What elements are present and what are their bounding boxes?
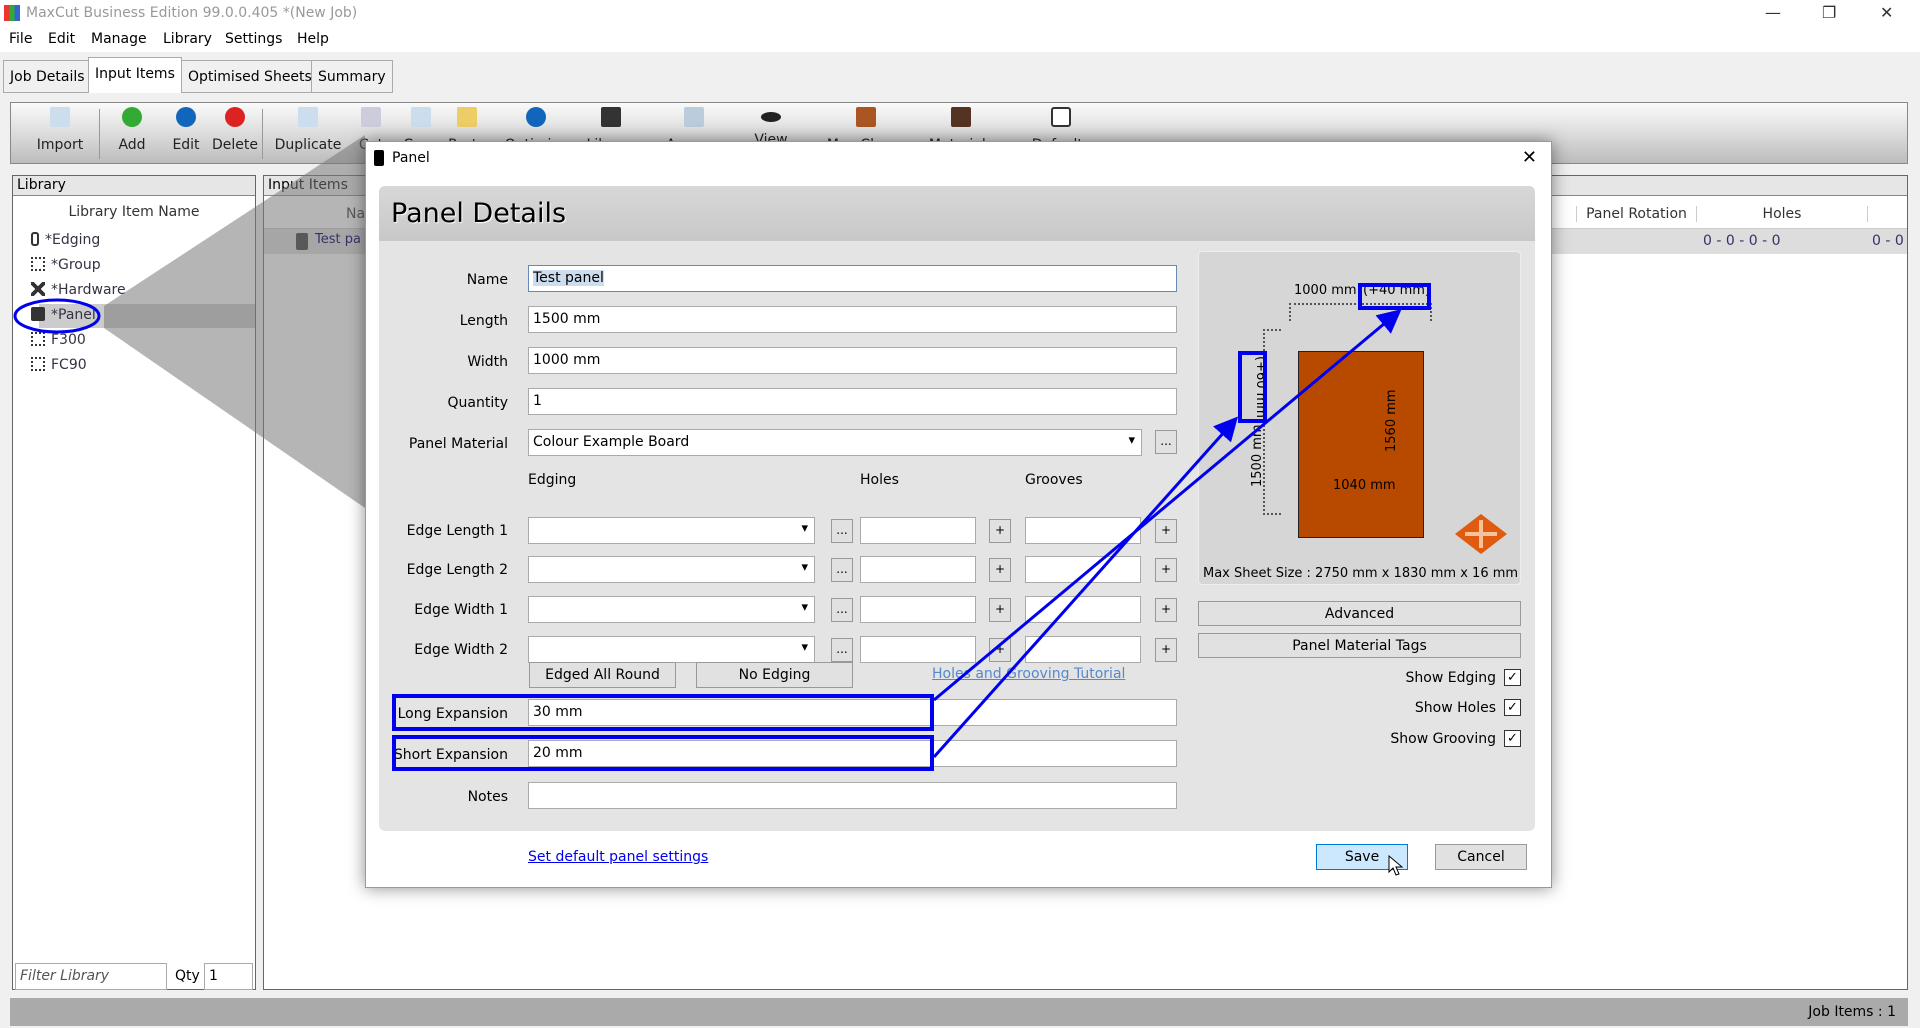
max-sheet-size: Max Sheet Size : 2750 mm x 1830 mm x 16 …: [1203, 566, 1519, 581]
edge-length-2-edging-select[interactable]: [528, 556, 815, 583]
panel-width-label: 1040 mm: [1333, 478, 1396, 493]
short-expansion-highlight: [392, 735, 934, 771]
panel-preview: 1000 mm (+40 mm) 1500 mm (+60 mm) 1560 m…: [1198, 251, 1521, 585]
panel-material-tags-button[interactable]: Panel Material Tags: [1198, 633, 1521, 658]
show-edging-label: Show Edging: [1405, 670, 1497, 686]
set-default-panel-settings-link[interactable]: Set default panel settings: [528, 849, 708, 865]
panel-material-label: Panel Material: [408, 436, 508, 452]
notes-label: Notes: [467, 789, 508, 805]
edge-width-2-label: Edge Width 2: [414, 642, 508, 658]
tutorial-link[interactable]: Holes and Grooving Tutorial: [932, 666, 1125, 682]
edge-length-2-grooves-input[interactable]: [1025, 556, 1141, 583]
panel-length-label: 1560 mm: [1384, 389, 1399, 452]
panel-shape: [1298, 351, 1424, 538]
edge-length-2-add-hole-button[interactable]: +: [989, 558, 1011, 582]
long-expansion-highlight: [392, 694, 934, 731]
width-addition-highlight: [1358, 283, 1431, 310]
length-addition-highlight: [1238, 351, 1267, 423]
length-label: Length: [459, 313, 508, 329]
grooves-column-label: Grooves: [1025, 472, 1083, 488]
edge-width-2-edging-select[interactable]: [528, 636, 815, 663]
dialog-close-button[interactable]: ✕: [1522, 147, 1537, 168]
row-name[interactable]: Test pa: [315, 232, 361, 247]
rotate-arrows-icon[interactable]: [1455, 514, 1507, 554]
edge-width-2-browse-button[interactable]: ...: [831, 638, 853, 662]
notes-input[interactable]: [528, 782, 1177, 809]
holes-column-label: Holes: [860, 472, 899, 488]
edge-width-2-add-hole-button[interactable]: +: [989, 638, 1011, 662]
edge-length-2-browse-button[interactable]: ...: [831, 558, 853, 582]
no-edging-button[interactable]: No Edging: [696, 662, 853, 688]
width-text: 1000 mm: [1294, 283, 1357, 298]
show-holes-label: Show Holes: [1414, 700, 1496, 716]
panel-material-select[interactable]: Colour Example Board: [528, 429, 1142, 456]
quantity-label: Quantity: [447, 395, 509, 411]
edge-length-1-label: Edge Length 1: [406, 523, 508, 539]
edge-length-2-add-groove-button[interactable]: +: [1155, 558, 1177, 582]
edge-width-1-browse-button[interactable]: ...: [831, 598, 853, 622]
edge-width-1-edging-select[interactable]: [528, 596, 815, 623]
edge-width-1-add-groove-button[interactable]: +: [1155, 598, 1177, 622]
edge-width-1-add-hole-button[interactable]: +: [989, 598, 1011, 622]
length-input[interactable]: 1500 mm: [528, 306, 1177, 333]
panel-highlight-circle: [13, 298, 101, 334]
show-holes-checkbox[interactable]: ✓: [1504, 699, 1521, 716]
edge-width-1-holes-input[interactable]: [860, 596, 976, 623]
panel-details-header: Panel Details: [379, 186, 1535, 241]
edge-length-1-grooves-input[interactable]: [1025, 517, 1141, 544]
edge-width-2-grooves-input[interactable]: [1025, 636, 1141, 663]
cancel-button[interactable]: Cancel: [1435, 844, 1527, 870]
name-input[interactable]: Test panel: [528, 265, 1177, 292]
edging-column-label: Edging: [528, 472, 577, 488]
show-grooving-label: Show Grooving: [1390, 731, 1496, 747]
edge-width-2-holes-input[interactable]: [860, 636, 976, 663]
edge-length-1-holes-input[interactable]: [860, 517, 976, 544]
edge-length-2-holes-input[interactable]: [860, 556, 976, 583]
mouse-cursor-icon: [1388, 855, 1404, 876]
width-input[interactable]: 1000 mm: [528, 347, 1177, 374]
edge-length-1-add-hole-button[interactable]: +: [989, 519, 1011, 543]
panel-icon: [374, 150, 384, 166]
edge-width-1-grooves-input[interactable]: [1025, 596, 1141, 623]
show-grooving-checkbox[interactable]: ✓: [1504, 730, 1521, 747]
dialog-title: Panel: [392, 150, 430, 166]
quantity-input[interactable]: 1: [528, 388, 1177, 415]
edge-length-1-edging-select[interactable]: [528, 517, 815, 544]
edge-width-1-label: Edge Width 1: [414, 602, 508, 618]
edged-all-round-button[interactable]: Edged All Round: [529, 662, 676, 688]
edge-length-1-add-groove-button[interactable]: +: [1155, 519, 1177, 543]
edge-length-2-label: Edge Length 2: [406, 562, 508, 578]
edge-length-1-browse-button[interactable]: ...: [831, 519, 853, 543]
advanced-button[interactable]: Advanced: [1198, 601, 1521, 626]
width-label: Width: [467, 354, 508, 370]
edge-width-2-add-groove-button[interactable]: +: [1155, 638, 1177, 662]
material-browse-button[interactable]: ...: [1155, 430, 1177, 454]
show-edging-checkbox[interactable]: ✓: [1504, 669, 1521, 686]
name-label: Name: [466, 272, 508, 288]
